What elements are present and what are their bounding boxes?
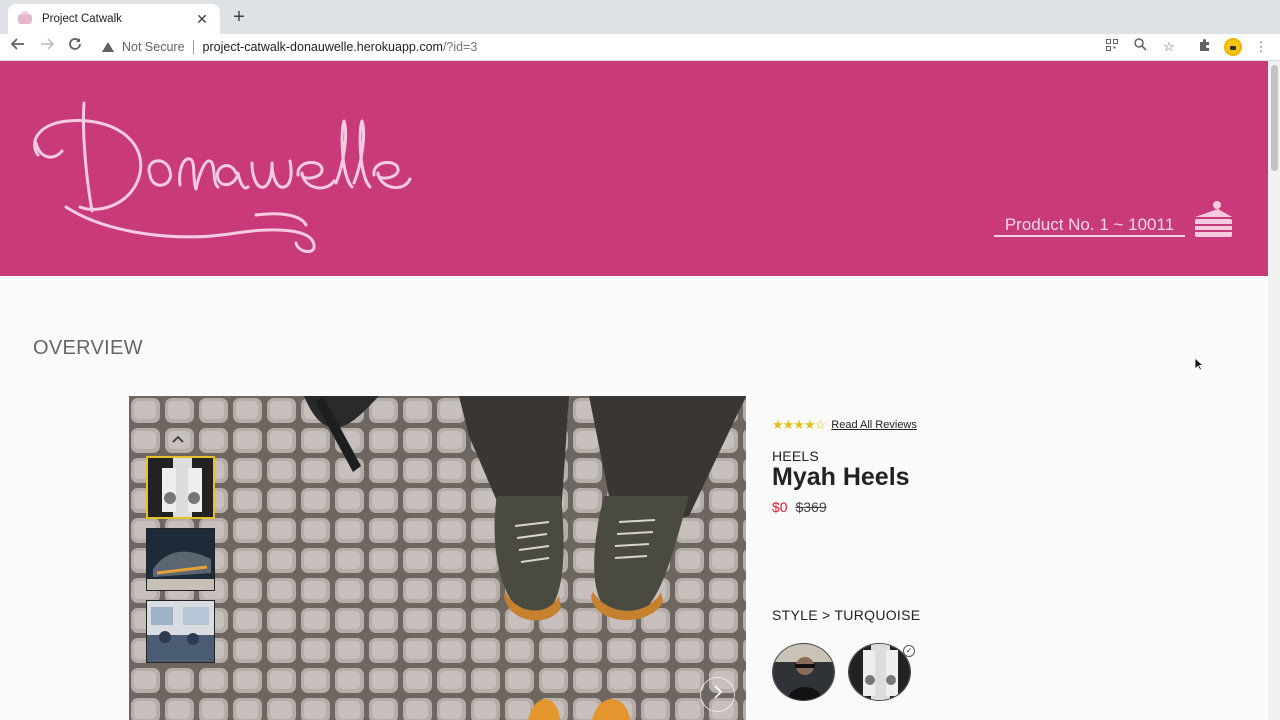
profile-avatar[interactable] xyxy=(1224,38,1242,56)
star-rating-icon: ★★★★☆ xyxy=(772,417,826,432)
main-product-image[interactable] xyxy=(129,396,746,720)
site-header: Product No. 1 ~ 10011 xyxy=(0,61,1268,276)
tab-close-icon[interactable]: ✕ xyxy=(194,11,210,28)
rating-row: ★★★★☆ Read All Reviews xyxy=(772,417,917,433)
style-selector-label: STYLE > TURQUOISE xyxy=(772,607,921,623)
page-scrollbar[interactable] xyxy=(1268,61,1280,720)
selected-check-icon: ✓ xyxy=(903,645,915,657)
next-image-chevron-icon[interactable] xyxy=(700,677,735,712)
style-swatch-1[interactable] xyxy=(772,643,835,701)
thumbnail-2[interactable] xyxy=(146,528,215,591)
url-host: project-catwalk-donauwelle.herokuapp.com xyxy=(202,40,443,54)
cobblestone-photo xyxy=(129,396,746,720)
cake-favicon-icon xyxy=(18,11,32,24)
not-secure-label: Not Secure xyxy=(122,40,185,54)
sale-price: $0 xyxy=(772,499,788,515)
reload-icon[interactable] xyxy=(64,36,86,58)
extensions-puzzle-icon[interactable] xyxy=(1194,37,1214,57)
more-menu-icon[interactable]: ⋮ xyxy=(1251,37,1271,57)
thumbnail-up-chevron-icon[interactable] xyxy=(171,432,185,446)
scrollbar-thumb[interactable] xyxy=(1271,65,1278,171)
browser-toolbar: Not Secure project-catwalk-donauwelle.he… xyxy=(0,34,1280,61)
address-divider xyxy=(192,40,194,54)
original-price: $369 xyxy=(795,499,827,515)
new-tab-button[interactable]: + xyxy=(228,6,250,28)
thumbnail-3[interactable] xyxy=(146,600,215,663)
mouse-cursor-icon xyxy=(1194,357,1205,376)
cake-icon[interactable] xyxy=(1192,199,1236,246)
bookmark-star-icon[interactable]: ☆ xyxy=(1159,37,1179,57)
address-bar[interactable]: Not Secure project-catwalk-donauwelle.he… xyxy=(96,35,1096,59)
product-name: Myah Heels xyxy=(772,463,910,491)
warning-icon xyxy=(102,42,114,52)
donauwelle-logo[interactable] xyxy=(26,93,416,258)
style-swatch-2-selected[interactable] xyxy=(848,643,911,701)
page-content: Product No. 1 ~ 10011 OVERVIEW ★★★★☆ Rea… xyxy=(0,61,1268,720)
back-arrow-icon[interactable] xyxy=(7,36,29,58)
url-path: /?id=3 xyxy=(442,40,478,54)
product-category: HEELS xyxy=(772,448,819,464)
read-all-reviews-link[interactable]: Read All Reviews xyxy=(831,419,917,431)
tab-title: Project Catwalk xyxy=(42,13,122,25)
thumbnail-1[interactable] xyxy=(146,456,215,519)
browser-tabbar: Project Catwalk ✕ + xyxy=(0,0,1280,34)
browser-tab[interactable]: Project Catwalk ✕ xyxy=(8,4,220,34)
forward-arrow-icon[interactable] xyxy=(36,36,58,58)
overview-heading: OVERVIEW xyxy=(33,337,143,359)
qr-code-icon[interactable] xyxy=(1102,37,1122,57)
zoom-icon[interactable] xyxy=(1130,37,1150,57)
price-row: $0 $369 xyxy=(772,499,827,515)
product-range-link[interactable]: Product No. 1 ~ 10011 xyxy=(994,215,1185,237)
